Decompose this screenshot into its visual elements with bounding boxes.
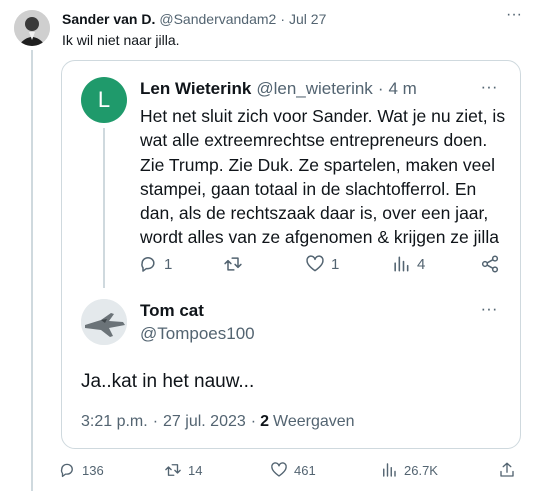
len-tweet-header: Len Wieterink @len_wieterink · 4 m	[140, 79, 417, 99]
separator-dot: ·	[250, 413, 257, 430]
inner-thread-line	[103, 128, 105, 288]
tweet-text-line: wat alle extreemrechtse entrepreneurs do…	[140, 130, 488, 151]
author-handle[interactable]: @len_wieterink	[256, 79, 372, 99]
author-name[interactable]: Sander van D.	[62, 11, 155, 27]
views-count: 2	[260, 413, 269, 430]
views-count: 26.7K	[404, 462, 438, 478]
like-button[interactable]: 461	[270, 458, 316, 482]
avatar-len[interactable]: L	[81, 77, 127, 123]
retweet-icon	[224, 257, 242, 271]
outer-action-bar: 136 14 461 26.7K	[58, 458, 524, 482]
reply-button[interactable]: 1	[138, 251, 172, 277]
separator-dot: ·	[152, 413, 159, 430]
avatar-tom[interactable]	[81, 299, 127, 345]
retweet-button[interactable]	[223, 251, 249, 277]
like-count: 1	[331, 255, 340, 273]
heart-icon	[306, 255, 324, 272]
len-tweet-text: Het net sluit zich voor Sander. Wat je n…	[140, 104, 510, 250]
tweet-text-line: Zie Trump. Zie Duk. Ze spartelen, maken …	[140, 154, 495, 175]
author-name[interactable]: Tom cat	[140, 301, 204, 321]
outer-tweet-header: Sander van D. @Sandervandam2 · Jul 27	[62, 11, 326, 27]
upload-share-icon	[500, 462, 514, 477]
tweet-time[interactable]: 4 m	[388, 79, 416, 99]
share-button[interactable]	[498, 458, 516, 482]
share-button[interactable]	[480, 251, 500, 277]
author-handle[interactable]: @Tompoes100	[140, 324, 255, 344]
more-options-button[interactable]: ···	[478, 78, 500, 98]
more-options-button[interactable]: ···	[503, 6, 525, 28]
len-action-bar: 1 1 4	[138, 251, 503, 277]
views-count: 4	[417, 255, 426, 273]
like-count: 461	[294, 462, 316, 478]
more-options-button[interactable]: ···	[478, 300, 500, 320]
like-button[interactable]: 1	[305, 251, 339, 277]
author-handle[interactable]: @Sandervandam2	[159, 11, 276, 27]
tweet-text-line: stampei, gaan totaal in de slachtofferro…	[140, 178, 477, 199]
heart-icon	[271, 462, 287, 477]
views-chart-icon	[383, 463, 396, 477]
tweet-date[interactable]: 27 jul. 2023	[163, 413, 246, 431]
author-name[interactable]: Len Wieterink	[140, 79, 251, 99]
share-icon	[481, 255, 499, 273]
reply-icon	[141, 257, 155, 272]
tweet-text: Ik wil niet naar jilla.	[62, 32, 180, 48]
views-chart-icon	[394, 256, 409, 272]
thread-line	[31, 50, 33, 491]
tweet-meta: 3:21 p.m. · 27 jul. 2023 · 2 Weergaven	[81, 413, 355, 431]
reply-button[interactable]: 136	[58, 458, 104, 482]
reply-count: 136	[82, 462, 104, 478]
avatar-sander[interactable]	[14, 10, 50, 46]
views-button[interactable]: 4	[391, 251, 425, 277]
tom-tweet-text: Ja..kat in het nauw...	[81, 371, 255, 392]
retweet-count: 14	[188, 462, 203, 478]
fighter-jet-avatar-icon	[81, 299, 127, 345]
views-label[interactable]: Weergaven	[273, 413, 355, 431]
separator-dot: ·	[377, 79, 384, 98]
tweet-text-line: dan, als de rechtszaak daar is, over een…	[140, 203, 489, 224]
reply-count: 1	[164, 255, 173, 273]
views-button[interactable]: 26.7K	[380, 458, 438, 482]
separator-dot: ·	[280, 11, 285, 27]
tweet-text-line: Het net sluit zich voor Sander. Wat je n…	[140, 106, 506, 126]
tweet-time[interactable]: 3:21 p.m.	[81, 413, 148, 431]
avatar-photo-icon	[14, 10, 50, 46]
tweet-date[interactable]: Jul 27	[289, 11, 326, 27]
reply-icon	[60, 463, 73, 478]
tweet-text-line: wordt alles van ze afgenomen & krijgen z…	[140, 227, 499, 248]
retweet-button[interactable]: 14	[164, 458, 202, 482]
retweet-icon	[165, 464, 181, 476]
